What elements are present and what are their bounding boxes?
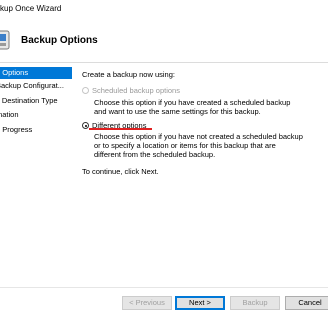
wizard-step-backup-configuration[interactable]: Backup Configurat...: [0, 80, 72, 92]
different-options-description: Choose this option if you have not creat…: [94, 132, 324, 159]
wizard-step-label: y Destination Type: [0, 96, 58, 105]
different-desc-line: Choose this option if you have not creat…: [94, 132, 303, 141]
title-bar: kup Once Wizard: [0, 0, 328, 20]
wizard-step-list: e Options Backup Configurat... y Destina…: [0, 65, 72, 295]
cancel-button[interactable]: Cancel: [285, 296, 328, 310]
wizard-step-backup-progress[interactable]: e Progress: [0, 124, 72, 136]
continue-instruction: To continue, click Next.: [82, 167, 159, 176]
wizard-step-label: mation: [0, 110, 19, 119]
scheduled-desc-line: and want to use the same settings for th…: [94, 107, 261, 116]
different-options-radio[interactable]: [82, 122, 89, 129]
scheduled-desc-line: Choose this option if you have created a…: [94, 98, 291, 107]
scheduled-backup-label: Scheduled backup options: [92, 86, 180, 95]
footer-divider: [0, 287, 328, 288]
scheduled-backup-radio[interactable]: [82, 87, 89, 94]
next-button[interactable]: Next >: [175, 296, 225, 310]
scheduled-backup-description: Choose this option if you have created a…: [94, 98, 324, 116]
different-desc-line: or to specify a location or items for th…: [94, 141, 276, 150]
wizard-step-label: e Progress: [0, 125, 33, 134]
backup-button[interactable]: Backup: [230, 296, 280, 310]
wizard-step-confirmation[interactable]: mation: [0, 109, 72, 121]
wizard-header: Backup Options: [0, 20, 328, 62]
annotation-underline: [89, 128, 152, 130]
previous-button[interactable]: < Previous: [122, 296, 172, 310]
prompt-text: Create a backup now using:: [82, 70, 175, 79]
wizard-step-backup-options[interactable]: e Options: [0, 67, 72, 79]
wizard-step-label: Backup Configurat...: [0, 81, 64, 90]
header-divider: [0, 62, 328, 63]
different-desc-line: different from the scheduled backup.: [94, 150, 216, 159]
wizard-step-destination-type[interactable]: y Destination Type: [0, 95, 72, 107]
page-title: Backup Options: [21, 35, 98, 46]
window-title: kup Once Wizard: [0, 4, 62, 13]
wizard-step-label: e Options: [0, 68, 29, 77]
backup-wizard-icon: [0, 30, 10, 50]
